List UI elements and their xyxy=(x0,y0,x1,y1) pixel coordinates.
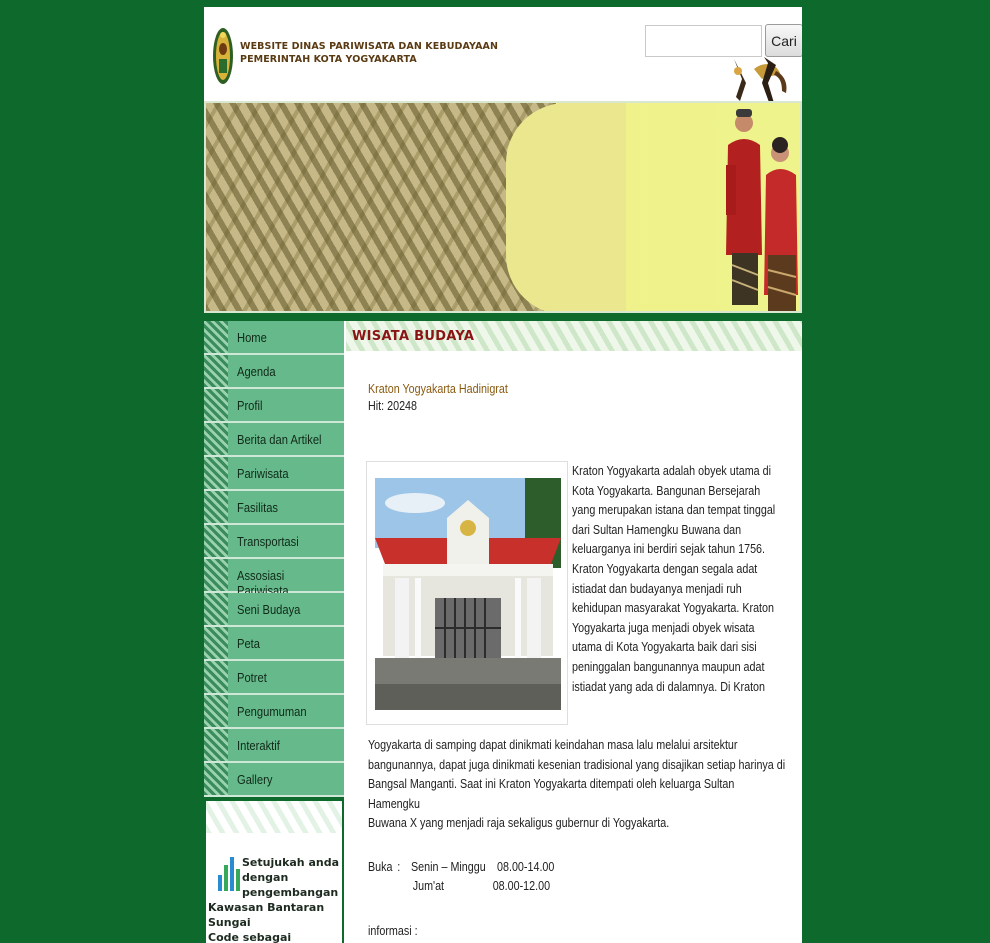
nav-tile-icon xyxy=(204,763,228,795)
nav-tile-icon xyxy=(204,593,228,625)
poll-line: pengembangan xyxy=(242,886,339,899)
body-line: Buwana X yang menjadi raja sekaligus gub… xyxy=(368,816,670,831)
site-title-line2: PEMERINTAH KOTA YOGYAKARTA xyxy=(240,54,417,65)
nav-item-fasilitas[interactable]: Fasilitas xyxy=(204,491,344,525)
nav-item-label: Transportasi xyxy=(237,534,299,549)
nav-tile-icon xyxy=(204,627,228,659)
body-line: istiadat dan budayanya menjadi ruh xyxy=(572,581,742,596)
nav-tile-icon xyxy=(204,423,228,455)
poll-box: Setujukah anda dengan pengembangan Kawas… xyxy=(206,801,342,943)
nav-item-label: Pariwisata xyxy=(237,466,289,481)
nav-item-agenda[interactable]: Agenda xyxy=(204,355,344,389)
nav-item-label: Home xyxy=(237,330,267,345)
nav-item-label: Interaktif xyxy=(237,738,280,753)
hours-time: 08.00-12.00 xyxy=(492,879,551,893)
body-line: keluarganya ini berdiri sejak tahun 1756… xyxy=(572,542,766,557)
hours-separator: : xyxy=(397,860,401,874)
nav-tile-icon xyxy=(204,729,228,761)
nav-item-label: Profil xyxy=(237,398,263,413)
hit-counter: Hit: 20248 xyxy=(368,399,418,413)
body-line: Kota Yogyakarta. Bangunan Bersejarah xyxy=(572,483,761,498)
poll-line: dengan xyxy=(242,871,289,884)
nav-item-pengumuman[interactable]: Pengumuman xyxy=(204,695,344,729)
nav-tile-icon xyxy=(204,355,228,387)
body-line: utama di Kota Yogyakarta baik dari sisi xyxy=(572,640,757,655)
body-line: yang merupakan istana dan tempat tinggal xyxy=(572,503,776,518)
body-line: Yogyakarta juga menjadi obyek wisata xyxy=(572,620,755,635)
banner-divider xyxy=(204,313,802,321)
body-line: bangunannya, dapat juga dinikmati keseni… xyxy=(368,757,786,772)
site-title[interactable]: WEBSITE DINAS PARIWISATA DAN KEBUDAYAAN … xyxy=(240,40,498,66)
nav-item-seni-budaya[interactable]: Seni Budaya xyxy=(204,593,344,627)
body-line: Kraton Yogyakarta dengan segala adat xyxy=(572,561,758,576)
nav-item-label: Peta xyxy=(237,636,261,651)
body-line: istiadat yang ada di dalamnya. Di Kraton xyxy=(572,679,766,694)
nav-tile-icon xyxy=(204,491,228,523)
sidebar: Home Agenda Profil Berita dan Artikel Pa… xyxy=(204,321,344,943)
nav-item-assosiasi[interactable]: Assosiasi Pariwisata xyxy=(204,559,344,598)
batik-curve xyxy=(506,103,626,311)
header: WEBSITE DINAS PARIWISATA DAN KEBUDAYAAN … xyxy=(204,7,802,105)
hours-label: Buka xyxy=(368,860,393,874)
nav-item-berita[interactable]: Berita dan Artikel xyxy=(204,423,344,457)
nav-tile-icon xyxy=(204,321,228,353)
nav-item-label: Berita dan Artikel xyxy=(237,432,322,447)
nav-tile-icon xyxy=(204,389,228,421)
banner xyxy=(204,101,802,313)
wayang-ornament-icon xyxy=(734,57,787,105)
article-body-wrapped: Kraton Yogyakarta adalah obyek utama di … xyxy=(572,462,797,697)
nav-item-label: Gallery xyxy=(237,772,273,787)
poll-line: Kawasan Bantaran Sungai xyxy=(208,901,325,929)
nav-tile-icon xyxy=(204,457,228,489)
article-body-full: Yogyakarta di samping dapat dinikmati ke… xyxy=(368,736,788,834)
nav-tile-icon xyxy=(204,661,228,693)
body-line: Bangsal Manganti. Saat ini Kraton Yogyak… xyxy=(368,777,735,811)
hours-time: 08.00-14.00 xyxy=(497,860,555,874)
nav-item-profil[interactable]: Profil xyxy=(204,389,344,423)
article-title[interactable]: Kraton Yogyakarta Hadinigrat xyxy=(368,382,508,396)
body-line: dari Sultan Hamengku Buwana dan xyxy=(572,522,742,537)
body-line: kehidupan masyarakat Yogyakarta. Kraton xyxy=(572,601,775,616)
nav-item-label: Seni Budaya xyxy=(237,602,301,617)
poll-question: Setujukah anda dengan pengembangan Kawas… xyxy=(206,855,342,943)
nav-tile-icon xyxy=(204,525,228,557)
kraton-photo xyxy=(375,478,561,710)
article-photo-frame xyxy=(366,461,568,725)
nav-item-label: Fasilitas xyxy=(237,500,279,515)
poll-pattern xyxy=(206,801,342,833)
couple-photo xyxy=(726,109,798,311)
hours-day: Jum'at xyxy=(412,879,445,893)
city-emblem-icon xyxy=(213,28,233,84)
page: WEBSITE DINAS PARIWISATA DAN KEBUDAYAAN … xyxy=(204,7,802,943)
nav-item-peta[interactable]: Peta xyxy=(204,627,344,661)
nav-item-gallery[interactable]: Gallery xyxy=(204,763,344,797)
nav-tile-icon xyxy=(204,695,228,727)
poll-line: Setujukah anda xyxy=(242,856,340,869)
main-nav: Home Agenda Profil Berita dan Artikel Pa… xyxy=(204,321,344,797)
nav-item-label: Agenda xyxy=(237,364,276,379)
nav-item-label: Pengumuman xyxy=(237,704,307,719)
main-content: WISATA BUDAYA Kraton Yogyakarta Hadinigr… xyxy=(346,321,802,943)
nav-item-pariwisata[interactable]: Pariwisata xyxy=(204,457,344,491)
section-title: WISATA BUDAYA xyxy=(352,329,475,344)
hours-day: Senin – Minggu xyxy=(411,860,486,874)
site-title-line1: WEBSITE DINAS PARIWISATA DAN KEBUDAYAAN xyxy=(240,41,499,52)
body-line: Kraton Yogyakarta adalah obyek utama di xyxy=(572,464,772,478)
nav-tile-icon xyxy=(204,559,228,591)
nav-item-home[interactable]: Home xyxy=(204,321,344,355)
poll-line: Code sebagai kawasan xyxy=(208,931,292,943)
batik-pattern xyxy=(206,103,556,311)
info-label: informasi : xyxy=(368,924,418,938)
nav-item-potret[interactable]: Potret xyxy=(204,661,344,695)
body-line: Yogyakarta di samping dapat dinikmati ke… xyxy=(368,738,738,752)
section-header: WISATA BUDAYA xyxy=(346,321,802,351)
nav-item-label: Potret xyxy=(237,670,267,685)
nav-item-interaktif[interactable]: Interaktif xyxy=(204,729,344,763)
body-line: peninggalan bangunannya maupun adat xyxy=(572,659,765,674)
nav-item-transportasi[interactable]: Transportasi xyxy=(204,525,344,559)
